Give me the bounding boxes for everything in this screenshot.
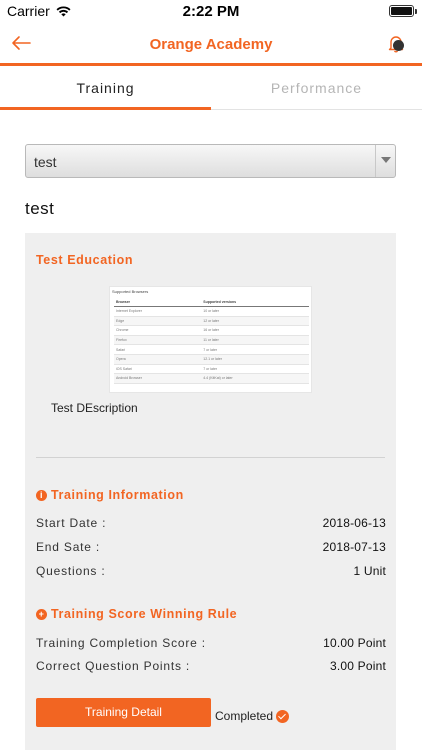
rule-row-question-points: Correct Question Points : 3.00 Point: [36, 659, 386, 675]
info-label: End Sate :: [36, 540, 101, 554]
battery-icon: [389, 5, 417, 17]
thumbnail-cell: Edge: [114, 316, 202, 327]
thumbnail-cell: Firefox: [114, 335, 202, 346]
thumbnail-cell: 16 or later: [201, 325, 309, 336]
thumbnail-cell: Safari: [114, 344, 202, 355]
thumbnail-header: Browser: [114, 298, 202, 307]
status-bar: Carrier 2:22 PM: [0, 0, 422, 22]
score-rule-heading: + Training Score Winning Rule: [36, 607, 237, 621]
battery-level: [391, 7, 412, 15]
select-arrow-box: [375, 145, 395, 177]
info-label: Questions :: [36, 564, 106, 578]
thumbnail-row: Android Browser 4.4 (KitKat) or later: [114, 373, 309, 384]
notification-badge: [393, 40, 404, 51]
status-right: [389, 5, 417, 17]
thumbnail-cell: iOS Safari: [114, 364, 202, 375]
rule-value: 3.00 Point: [329, 659, 386, 673]
thumbnail-header: Supported versions: [201, 298, 309, 307]
thumbnail-cell: 7 or later: [201, 344, 309, 355]
info-value: 2018-06-13: [322, 516, 386, 530]
notification-button[interactable]: [384, 31, 410, 57]
info-row-start-date: Start Date : 2018-06-13: [36, 516, 386, 532]
info-icon: i: [36, 489, 47, 501]
active-tab-indicator: [0, 107, 211, 110]
completed-label: Completed: [215, 709, 274, 723]
thumbnail-row: Chrome 16 or later: [114, 325, 309, 336]
thumbnail-cell: 4.4 (KitKat) or later: [201, 373, 309, 384]
thumbnail-header-row: Browser Supported versions: [114, 298, 309, 307]
education-description: Test DEscription: [51, 401, 138, 415]
training-info-title: Training Information: [51, 488, 184, 502]
completed-status: Completed: [215, 709, 290, 723]
thumbnail-row: Safari 7 or later: [114, 344, 309, 355]
info-value: 1 Unit: [353, 564, 386, 578]
thumbnail-cell: Android Browser: [114, 373, 202, 384]
thumbnail-cell: 10 or later: [201, 306, 309, 317]
rule-row-completion-score: Training Completion Score : 10.00 Point: [36, 636, 386, 652]
thumbnail-row: Opera 12.1 or later: [114, 354, 309, 365]
check-circle-icon: [276, 709, 290, 723]
thumbnail-row: iOS Safari 7 or later: [114, 364, 309, 375]
info-row-questions: Questions : 1 Unit: [36, 564, 386, 580]
select-value: test: [34, 154, 57, 170]
section-divider: [36, 457, 385, 458]
thumbnail-cell: Chrome: [114, 325, 202, 336]
nav-bar: Orange Academy: [0, 22, 422, 66]
training-select[interactable]: test: [25, 144, 396, 178]
training-card: Test Education Supported Browsers Browse…: [25, 233, 396, 750]
training-info-heading: i Training Information: [36, 488, 184, 502]
thumbnail-cell: Opera: [114, 354, 202, 365]
rule-label: Correct Question Points :: [36, 659, 191, 673]
info-label: Start Date :: [36, 516, 107, 530]
tab-performance[interactable]: Performance: [211, 69, 422, 110]
tab-training[interactable]: Training: [0, 69, 211, 110]
page-heading: test: [25, 199, 55, 218]
thumbnail-cell: 11 or later: [201, 335, 309, 346]
thumbnail-cell: 12 or later: [201, 316, 309, 327]
plus-circle-icon: +: [36, 608, 47, 620]
education-thumbnail[interactable]: Supported Browsers Browser Supported ver…: [109, 286, 312, 393]
thumbnail-cell: 7 or later: [201, 364, 309, 375]
score-rule-title: Training Score Winning Rule: [51, 607, 238, 621]
caret-down-icon: [381, 157, 391, 163]
nav-title: Orange Academy: [149, 36, 273, 53]
education-title: Test Education: [36, 253, 134, 267]
rule-label: Training Completion Score :: [36, 636, 206, 650]
status-time: 2:22 PM: [182, 3, 240, 20]
thumbnail-row: Internet Explorer 10 or later: [114, 306, 309, 317]
thumbnail-row: Edge 12 or later: [114, 316, 309, 327]
info-value: 2018-07-13: [322, 540, 386, 554]
thumbnail-caption: Supported Browsers: [112, 289, 149, 294]
tab-bar: Training Performance: [0, 69, 422, 110]
thumbnail-row: Firefox 11 or later: [114, 335, 309, 346]
thumbnail-table: Browser Supported versions Internet Expl…: [114, 298, 309, 384]
thumbnail-cell: Internet Explorer: [114, 306, 202, 317]
info-row-end-date: End Sate : 2018-07-13: [36, 540, 386, 556]
thumbnail-cell: 12.1 or later: [201, 354, 309, 365]
rule-value: 10.00 Point: [323, 636, 386, 650]
training-detail-button[interactable]: Training Detail: [36, 698, 211, 727]
